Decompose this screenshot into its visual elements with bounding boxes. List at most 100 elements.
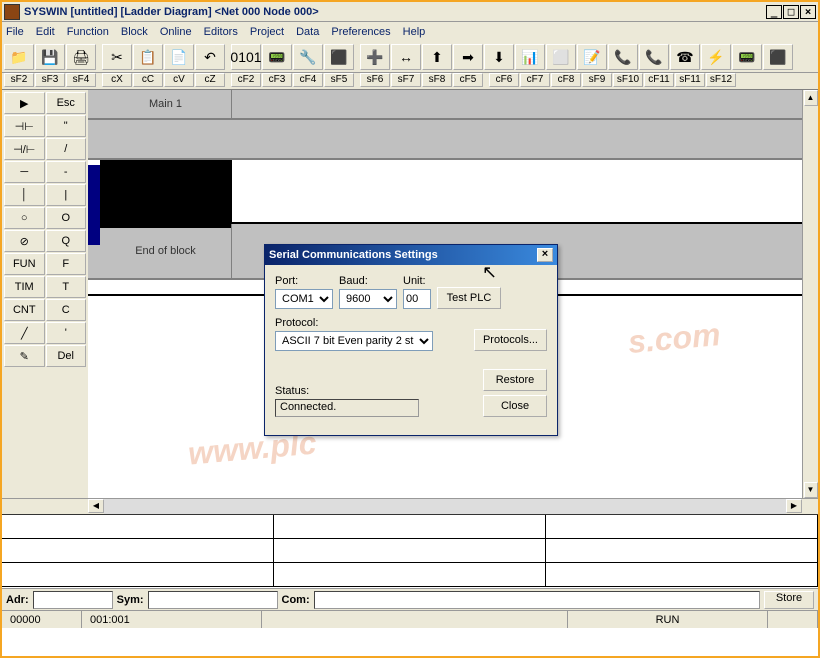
toolbar-btn-23[interactable]: 📟 xyxy=(732,44,762,70)
tool-2-1[interactable]: / xyxy=(46,138,87,160)
toolbar-btn-6[interactable]: ↶ xyxy=(195,44,225,70)
shortcut-sF10[interactable]: sF10 xyxy=(613,73,643,87)
toolbar-btn-9[interactable]: 🔧 xyxy=(293,44,323,70)
toolbar-btn-13[interactable]: ⬆ xyxy=(422,44,452,70)
shortcut-sF8[interactable]: sF8 xyxy=(422,73,452,87)
toolbar-btn-21[interactable]: ☎ xyxy=(670,44,700,70)
shortcut-cF6[interactable]: cF6 xyxy=(489,73,519,87)
menu-data[interactable]: Data xyxy=(296,26,319,38)
toolbar-btn-2[interactable]: 🖨 xyxy=(66,44,96,70)
protocol-select[interactable]: ASCII 7 bit Even parity 2 stop xyxy=(275,331,433,351)
scroll-up-button[interactable]: ▲ xyxy=(804,90,818,106)
tool-10-0[interactable]: ╱ xyxy=(4,322,45,344)
tool-5-1[interactable]: O xyxy=(46,207,87,229)
shortcut-sF11[interactable]: sF11 xyxy=(675,73,705,87)
tool-3-0[interactable]: ─ xyxy=(4,161,45,183)
toolbar-btn-3[interactable]: ✂ xyxy=(102,44,132,70)
tool-11-1[interactable]: Del xyxy=(46,345,87,367)
toolbar-btn-1[interactable]: 💾 xyxy=(35,44,65,70)
test-plc-button[interactable]: Test PLC xyxy=(437,287,501,309)
sym-input[interactable] xyxy=(148,591,278,609)
dialog-titlebar[interactable]: Serial Communications Settings × xyxy=(265,245,557,265)
shortcut-cF3[interactable]: cF3 xyxy=(262,73,292,87)
toolbar-btn-18[interactable]: 📝 xyxy=(577,44,607,70)
toolbar-btn-4[interactable]: 📋 xyxy=(133,44,163,70)
shortcut-sF12[interactable]: sF12 xyxy=(706,73,736,87)
shortcut-sF6[interactable]: sF6 xyxy=(360,73,390,87)
tool-0-1[interactable]: Esc xyxy=(46,92,87,114)
tool-9-1[interactable]: C xyxy=(46,299,87,321)
shortcut-sF4[interactable]: sF4 xyxy=(66,73,96,87)
toolbar-btn-7[interactable]: 0101 xyxy=(231,44,261,70)
toolbar-btn-11[interactable]: ➕ xyxy=(360,44,390,70)
shortcut-cZ[interactable]: cZ xyxy=(195,73,225,87)
toolbar-btn-20[interactable]: 📞 xyxy=(639,44,669,70)
toolbar-btn-8[interactable]: 📟 xyxy=(262,44,292,70)
menu-edit[interactable]: Edit xyxy=(36,26,55,38)
restore-button[interactable]: Restore xyxy=(483,369,547,391)
unit-input[interactable] xyxy=(403,289,431,309)
tool-1-0[interactable]: ⊣⊢ xyxy=(4,115,45,137)
toolbar-btn-5[interactable]: 📄 xyxy=(164,44,194,70)
com-input[interactable] xyxy=(314,591,760,609)
shortcut-cX[interactable]: cX xyxy=(102,73,132,87)
scroll-left-button[interactable]: ◀ xyxy=(88,499,104,513)
protocols-button[interactable]: Protocols... xyxy=(474,329,547,351)
toolbar-btn-0[interactable]: 📁 xyxy=(4,44,34,70)
tool-10-1[interactable]: ' xyxy=(46,322,87,344)
adr-input[interactable] xyxy=(33,591,113,609)
menu-block[interactable]: Block xyxy=(121,26,148,38)
menu-online[interactable]: Online xyxy=(160,26,192,38)
toolbar-btn-24[interactable]: ⬛ xyxy=(763,44,793,70)
tool-6-1[interactable]: Q xyxy=(46,230,87,252)
tool-4-0[interactable]: │ xyxy=(4,184,45,206)
toolbar-btn-14[interactable]: ➡ xyxy=(453,44,483,70)
selected-cell[interactable] xyxy=(100,160,232,228)
menu-help[interactable]: Help xyxy=(403,26,426,38)
tool-5-0[interactable]: ○ xyxy=(4,207,45,229)
shortcut-sF7[interactable]: sF7 xyxy=(391,73,421,87)
shortcut-sF5[interactable]: sF5 xyxy=(324,73,354,87)
toolbar-btn-16[interactable]: 📊 xyxy=(515,44,545,70)
shortcut-cC[interactable]: cC xyxy=(133,73,163,87)
toolbar-btn-22[interactable]: ⚡ xyxy=(701,44,731,70)
shortcut-cV[interactable]: cV xyxy=(164,73,194,87)
tool-0-0[interactable]: ▶ xyxy=(4,92,45,114)
close-button[interactable]: × xyxy=(800,5,816,19)
menu-project[interactable]: Project xyxy=(250,26,284,38)
tool-11-0[interactable]: ✎ xyxy=(4,345,45,367)
minimize-button[interactable]: _ xyxy=(766,5,782,19)
port-select[interactable]: COM1 xyxy=(275,289,333,309)
shortcut-cF4[interactable]: cF4 xyxy=(293,73,323,87)
scroll-down-button[interactable]: ▼ xyxy=(804,482,818,498)
tool-8-0[interactable]: TIM xyxy=(4,276,45,298)
tool-2-0[interactable]: ⊣/⊢ xyxy=(4,138,45,160)
maximize-button[interactable]: □ xyxy=(783,5,799,19)
toolbar-btn-19[interactable]: 📞 xyxy=(608,44,638,70)
toolbar-btn-10[interactable]: ⬛ xyxy=(324,44,354,70)
toolbar-btn-12[interactable]: ↔ xyxy=(391,44,421,70)
tool-7-0[interactable]: FUN xyxy=(4,253,45,275)
menu-file[interactable]: File xyxy=(6,26,24,38)
dialog-close-button[interactable]: × xyxy=(537,248,553,262)
menu-editors[interactable]: Editors xyxy=(204,26,238,38)
horizontal-scrollbar[interactable]: ◀ ▶ xyxy=(2,498,818,514)
menu-preferences[interactable]: Preferences xyxy=(331,26,390,38)
shortcut-cF5[interactable]: cF5 xyxy=(453,73,483,87)
shortcut-cF8[interactable]: cF8 xyxy=(551,73,581,87)
rung-white-row[interactable] xyxy=(88,160,818,224)
menu-function[interactable]: Function xyxy=(67,26,109,38)
scroll-track[interactable] xyxy=(104,499,786,514)
tool-1-1[interactable]: " xyxy=(46,115,87,137)
shortcut-sF9[interactable]: sF9 xyxy=(582,73,612,87)
shortcut-sF2[interactable]: sF2 xyxy=(4,73,34,87)
tool-8-1[interactable]: T xyxy=(46,276,87,298)
shortcut-cF7[interactable]: cF7 xyxy=(520,73,550,87)
scroll-right-button[interactable]: ▶ xyxy=(786,499,802,513)
shortcut-cF11[interactable]: cF11 xyxy=(644,73,674,87)
toolbar-btn-15[interactable]: ⬇ xyxy=(484,44,514,70)
close-dialog-button[interactable]: Close xyxy=(483,395,547,417)
toolbar-btn-17[interactable]: ⬜ xyxy=(546,44,576,70)
shortcut-sF3[interactable]: sF3 xyxy=(35,73,65,87)
tool-4-1[interactable]: | xyxy=(46,184,87,206)
